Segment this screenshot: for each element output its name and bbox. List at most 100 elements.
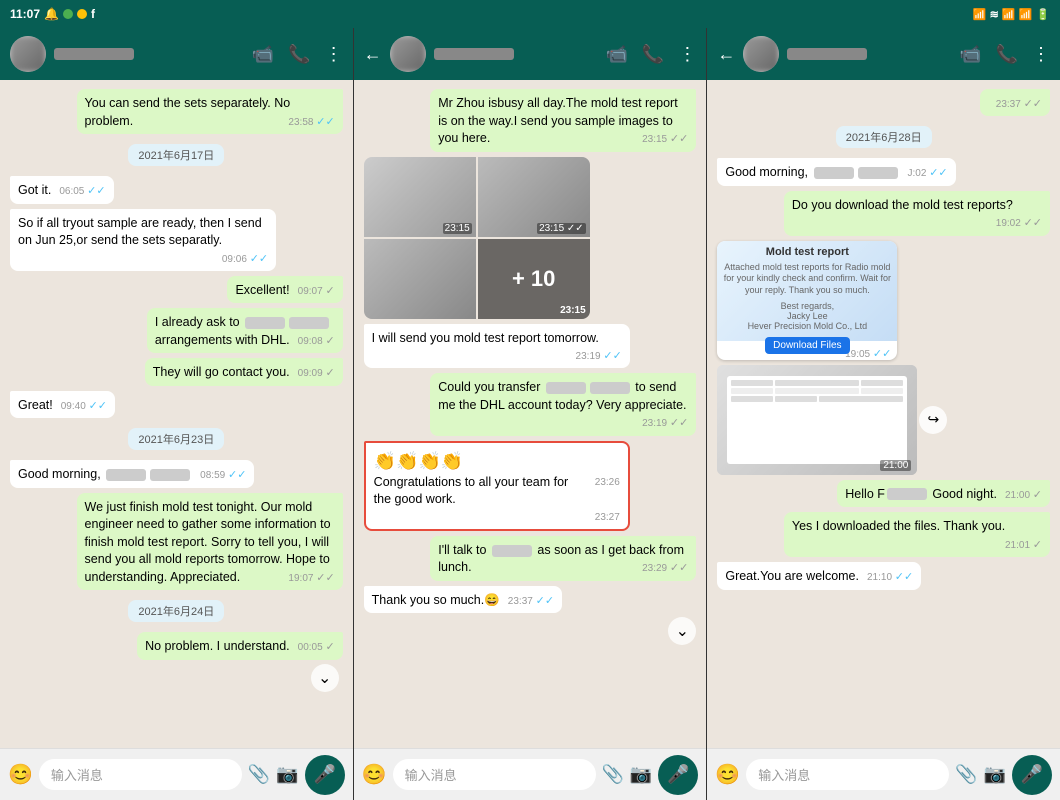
message-input-2[interactable]: 输入消息 <box>393 759 596 790</box>
bubble: They will go contact you. 09:09 ✓ <box>145 358 343 386</box>
blurred-name <box>546 382 586 394</box>
file-card-preview: ✉ Filemail Mold test report Attached mol… <box>717 241 897 341</box>
menu-icon[interactable]: ⋮ <box>678 44 696 65</box>
image-grid: 23:15 23:15 ✓✓ + 10 23:15 <box>364 157 590 319</box>
chat-input-bar-2: 😊 输入消息 📎 📷 🎤 <box>354 748 707 800</box>
msg-text: No problem. I understand. <box>145 639 290 653</box>
msg-text: Great.You are welcome. <box>725 569 859 583</box>
menu-icon[interactable]: ⋮ <box>325 44 343 65</box>
forward-button[interactable]: ↪ <box>919 406 947 434</box>
mic-button[interactable]: 🎤 <box>658 755 698 795</box>
msg-time: 23:37 ✓✓ <box>508 594 554 609</box>
msg-time: 21:10 ✓✓ <box>867 570 913 585</box>
video-call-icon[interactable]: 📹 <box>606 44 628 65</box>
header-icons-3[interactable]: 📹 📞 ⋮ <box>959 44 1050 65</box>
header-info-3 <box>787 48 951 60</box>
file-card[interactable]: ✉ Filemail Mold test report Attached mol… <box>717 241 897 360</box>
phone-icon[interactable]: 📞 <box>288 44 310 65</box>
screen-thumb <box>717 365 917 475</box>
camera-button[interactable]: 📷 <box>630 764 652 785</box>
bubble: We just finish mold test tonight. Our mo… <box>77 493 343 591</box>
bubble: I'll talk to as soon as I get back from … <box>430 536 696 581</box>
chat-body-1: You can send the sets separately. No pro… <box>0 80 353 748</box>
msg-text: Good morning, <box>18 467 104 481</box>
msg-time: 09:07 ✓ <box>298 284 335 299</box>
camera-button[interactable]: 📷 <box>984 764 1006 785</box>
message-input-3[interactable]: 输入消息 <box>746 759 949 790</box>
img-thumb-more: + 10 23:15 <box>478 239 590 319</box>
msg-text: I will send you mold test report tomorro… <box>372 331 599 345</box>
emoji-button[interactable]: 😊 <box>715 762 740 787</box>
date-badge: 2021年6月17日 <box>128 144 224 166</box>
bubble-highlighted: 👏👏👏👏 23:26 Congratulations to all your t… <box>364 441 630 531</box>
bubble: Thank you so much.😄 23:37 ✓✓ <box>364 586 562 614</box>
msg-text: They will go contact you. <box>153 365 290 379</box>
msg-text-cont: Good night. <box>929 487 997 501</box>
phone-icon[interactable]: 📞 <box>996 44 1018 65</box>
emoji-button[interactable]: 😊 <box>362 762 387 787</box>
msg-time: 09:08 ✓ <box>298 334 335 349</box>
status-time: 11:07 <box>10 7 40 21</box>
mic-button[interactable]: 🎤 <box>305 755 345 795</box>
attach-button[interactable]: 📎 <box>955 764 977 785</box>
facebook-icon: f <box>91 7 95 21</box>
msg-time: 23:58 ✓✓ <box>288 115 334 130</box>
msg-time: 23:19 ✓✓ <box>642 416 688 431</box>
camera-button[interactable]: 📷 <box>276 764 298 785</box>
congratulations-text: Congratulations to all your team for the… <box>374 474 620 509</box>
back-button-3[interactable]: ← <box>717 44 735 65</box>
contact-name-2 <box>434 48 514 60</box>
scroll-down-button[interactable]: ⌄ <box>311 664 339 692</box>
menu-icon[interactable]: ⋮ <box>1032 44 1050 65</box>
msg-text: Yes I downloaded the files. Thank you. <box>792 519 1005 533</box>
msg-sent: I already ask to arrangements with DHL. … <box>147 308 343 353</box>
battery-icon: 🔋 <box>1036 8 1050 21</box>
avatar-2 <box>390 36 426 72</box>
msg-time: 21:00 ✓ <box>1005 488 1042 503</box>
bubble: 23:37 ✓✓ <box>980 89 1050 116</box>
status-left: 11:07 🔔 f <box>10 7 95 21</box>
bubble: So if all tryout sample are ready, then … <box>10 209 276 271</box>
msg-sent: We just finish mold test tonight. Our mo… <box>77 493 343 591</box>
bubble: Do you download the mold test reports? 1… <box>784 191 1050 236</box>
msg-text: You can send the sets separately. No pro… <box>85 96 291 128</box>
date-badge: 2021年6月23日 <box>128 428 224 450</box>
msg-time: 19:07 ✓✓ <box>288 571 334 586</box>
scroll-down-button[interactable]: ⌄ <box>668 617 696 645</box>
video-call-icon[interactable]: 📹 <box>252 44 274 65</box>
msg-sent: Could you transfer to send me the DHL ac… <box>430 373 696 435</box>
msg-sent: Do you download the mold test reports? 1… <box>784 191 1050 236</box>
msg-time: 23:19 ✓✓ <box>576 349 622 364</box>
msg-sent: Excellent! 09:07 ✓ <box>227 276 342 304</box>
chat-input-bar-1: 😊 输入消息 📎 📷 🎤 <box>0 748 353 800</box>
video-call-icon[interactable]: 📹 <box>959 44 981 65</box>
blurred-name <box>814 167 854 179</box>
avatar-3 <box>743 36 779 72</box>
back-button-2[interactable]: ← <box>364 44 382 65</box>
emoji-button[interactable]: 😊 <box>8 762 33 787</box>
header-icons-1[interactable]: 📹 📞 ⋮ <box>252 44 343 65</box>
attach-button[interactable]: 📎 <box>602 764 624 785</box>
msg-sent: Mr Zhou isbusy all day.The mold test rep… <box>430 89 696 152</box>
msg-text: Thank you so much.😄 <box>372 593 500 607</box>
screen-share-container: ↪ 21:00 <box>717 365 917 475</box>
attach-button[interactable]: 📎 <box>248 764 270 785</box>
msg-time: 23:29 ✓✓ <box>642 561 688 576</box>
msg-text: Hello F <box>845 487 885 501</box>
msg-time: 23:27 <box>595 511 620 525</box>
bubble: Got it. 06:05 ✓✓ <box>10 176 114 204</box>
screen-time: 21:00 <box>880 460 911 471</box>
blurred-name <box>245 317 285 329</box>
mic-button[interactable]: 🎤 <box>1012 755 1052 795</box>
img-grid-inner: 23:15 23:15 ✓✓ + 10 23:15 <box>364 157 590 319</box>
chat-column-3: ← 📹 📞 ⋮ 23:37 ✓✓ 2021年6月28日 <box>707 28 1060 800</box>
blurred-name <box>492 545 532 557</box>
bubble: Good morning, 08:59 ✓✓ <box>10 460 254 488</box>
emoji-time: 23:26 <box>595 476 620 490</box>
chat-body-3: 23:37 ✓✓ 2021年6月28日 Good morning, J:02 ✓… <box>707 80 1060 748</box>
msg-text: Excellent! <box>235 283 289 297</box>
message-input-1[interactable]: 输入消息 <box>39 759 242 790</box>
header-icons-2[interactable]: 📹 📞 ⋮ <box>606 44 697 65</box>
msg-sent: Yes I downloaded the files. Thank you. 2… <box>784 512 1050 557</box>
phone-icon[interactable]: 📞 <box>642 44 664 65</box>
